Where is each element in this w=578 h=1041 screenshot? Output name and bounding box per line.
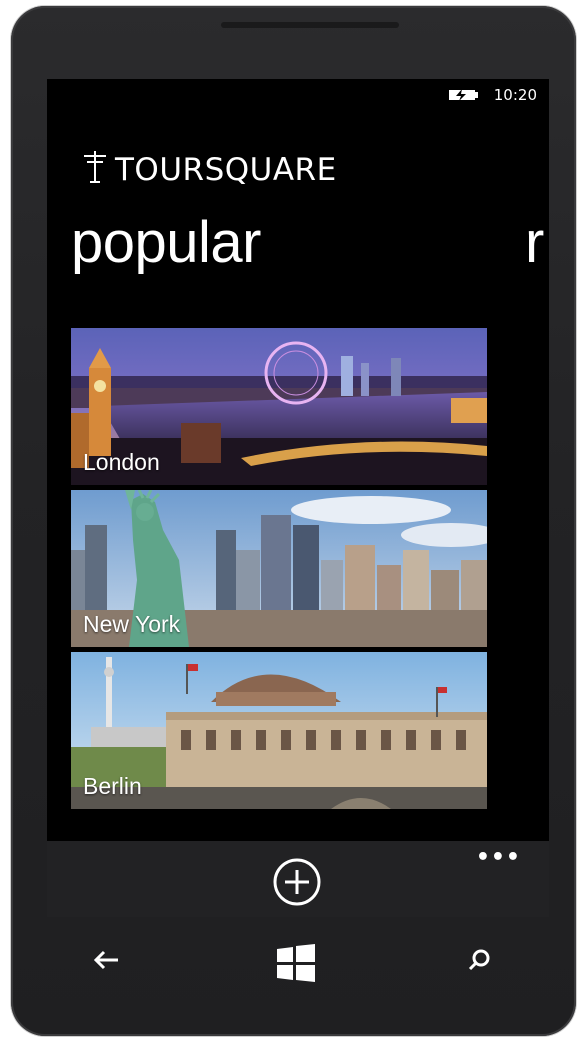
speaker-grille <box>221 22 399 28</box>
city-tile-berlin[interactable]: Berlin <box>71 652 487 809</box>
city-name-label: Berlin <box>83 773 142 799</box>
city-name-label: London <box>83 449 160 475</box>
app-bar: ••• <box>47 841 549 917</box>
pivot-header-next[interactable]: r <box>525 209 544 276</box>
status-time: 10:20 <box>493 86 537 104</box>
city-name-label: New York <box>83 611 181 637</box>
phone-screen: 10:20 TOURSQUARE popular r London New Yo… <box>47 79 549 917</box>
search-icon[interactable] <box>467 948 491 976</box>
add-icon[interactable] <box>271 856 323 908</box>
windows-start-icon[interactable] <box>277 944 315 986</box>
app-title-text: TOURSQUARE <box>115 152 337 188</box>
more-options-button[interactable]: ••• <box>476 845 521 870</box>
battery-charging-icon <box>448 88 482 102</box>
city-tile-london[interactable]: London <box>71 328 487 485</box>
city-list: London New York Berlin <box>71 328 487 814</box>
app-title: TOURSQUARE <box>81 149 337 191</box>
status-bar: 10:20 <box>448 86 537 104</box>
city-tile-new-york[interactable]: New York <box>71 490 487 647</box>
pivot-header-popular[interactable]: popular <box>71 209 261 276</box>
back-arrow-icon[interactable] <box>92 948 122 976</box>
signpost-icon <box>81 149 109 191</box>
